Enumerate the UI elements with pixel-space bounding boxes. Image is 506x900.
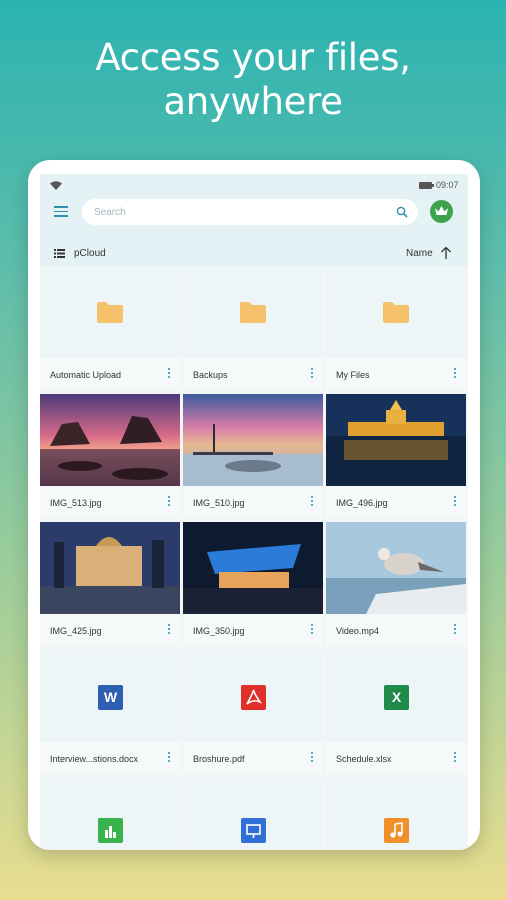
crown-icon: [435, 206, 448, 215]
arrow-up-icon[interactable]: [440, 246, 452, 260]
path-bar: pCloud Name: [40, 246, 468, 262]
file-grid: Automatic Upload Backups My Files IMG_51…: [40, 266, 468, 850]
tablet-device: 09:07 pClo: [28, 160, 480, 850]
folder-icon: [383, 302, 409, 323]
excel-icon: X: [384, 685, 409, 710]
file-name: Video.mp4: [336, 626, 379, 636]
more-options-icon[interactable]: [452, 496, 458, 510]
word-doc-icon: W: [98, 685, 123, 710]
more-options-icon[interactable]: [166, 624, 172, 638]
file-card[interactable]: Automatic Upload: [40, 266, 180, 390]
audio-file-icon: [384, 818, 409, 843]
battery-icon: [419, 182, 434, 189]
photo-thumbnail: [326, 394, 466, 486]
photo-thumbnail: [40, 394, 180, 486]
file-name: Backups: [193, 370, 228, 380]
search-input[interactable]: [94, 203, 384, 221]
file-name: Broshure.pdf: [193, 754, 245, 764]
file-thumbnail: X: [326, 650, 466, 742]
file-name: IMG_513.jpg: [50, 498, 102, 508]
file-name: Interview...stions.docx: [50, 754, 139, 764]
file-thumbnail: [326, 778, 466, 850]
file-card[interactable]: IMG_510.jpg: [183, 394, 323, 518]
file-card[interactable]: My Files: [326, 266, 466, 390]
excel-badge: X: [391, 689, 402, 705]
folder-icon: [240, 302, 266, 323]
more-options-icon[interactable]: [309, 752, 315, 766]
file-thumbnail: [183, 778, 323, 850]
word-badge: W: [103, 689, 118, 705]
photo-thumbnail: [40, 522, 180, 614]
file-thumbnail: [40, 394, 180, 486]
file-card[interactable]: [40, 778, 180, 850]
file-name: IMG_510.jpg: [193, 498, 245, 508]
headline-line-2: anywhere: [163, 80, 343, 123]
file-name: My Files: [336, 370, 370, 380]
video-thumbnail: [326, 522, 466, 614]
file-name: Schedule.xlsx: [336, 754, 392, 764]
file-card[interactable]: X Schedule.xlsx: [326, 650, 466, 774]
file-name: IMG_425.jpg: [50, 626, 102, 636]
more-options-icon[interactable]: [166, 752, 172, 766]
file-name: Automatic Upload: [50, 370, 122, 380]
file-card[interactable]: IMG_496.jpg: [326, 394, 466, 518]
search-icon[interactable]: [396, 206, 408, 218]
status-bar: 09:07: [40, 179, 468, 193]
folder-icon: [97, 302, 123, 323]
file-thumbnail: [183, 266, 323, 358]
photo-thumbnail: [183, 394, 323, 486]
app-screen: 09:07 pClo: [40, 174, 468, 850]
more-options-icon[interactable]: [309, 496, 315, 510]
sort-label[interactable]: Name: [406, 248, 433, 259]
file-card[interactable]: IMG_513.jpg: [40, 394, 180, 518]
file-thumbnail: W: [40, 650, 180, 742]
headline-line-1: Access your files,: [95, 36, 411, 79]
file-thumbnail: [326, 266, 466, 358]
file-card[interactable]: Video.mp4: [326, 522, 466, 646]
file-thumbnail: [183, 522, 323, 614]
headline: Access your files, anywhere: [0, 36, 506, 124]
file-name: IMG_350.jpg: [193, 626, 245, 636]
file-thumbnail: [326, 394, 466, 486]
photo-thumbnail: [183, 522, 323, 614]
file-card[interactable]: [183, 778, 323, 850]
more-options-icon[interactable]: [309, 368, 315, 382]
premium-avatar[interactable]: [430, 200, 453, 223]
file-card[interactable]: [326, 778, 466, 850]
file-thumbnail: [183, 394, 323, 486]
more-options-icon[interactable]: [166, 368, 172, 382]
breadcrumb[interactable]: pCloud: [74, 248, 106, 259]
list-view-icon[interactable]: [54, 249, 65, 258]
search-bar[interactable]: [82, 199, 418, 225]
more-options-icon[interactable]: [309, 624, 315, 638]
file-thumbnail: [40, 778, 180, 850]
chart-file-icon: [98, 818, 123, 843]
file-thumbnail: [183, 650, 323, 742]
more-options-icon[interactable]: [452, 368, 458, 382]
app-bar: 09:07 pClo: [40, 174, 468, 266]
menu-icon[interactable]: [54, 206, 68, 218]
more-options-icon[interactable]: [166, 496, 172, 510]
presentation-icon: [241, 818, 266, 843]
file-thumbnail: [40, 522, 180, 614]
file-card[interactable]: W Interview...stions.docx: [40, 650, 180, 774]
pdf-icon: [241, 685, 266, 710]
file-thumbnail: [40, 266, 180, 358]
more-options-icon[interactable]: [452, 624, 458, 638]
wifi-icon: [50, 181, 62, 190]
status-time: 09:07: [436, 180, 459, 190]
file-card[interactable]: IMG_425.jpg: [40, 522, 180, 646]
file-thumbnail: [326, 522, 466, 614]
file-card[interactable]: Broshure.pdf: [183, 650, 323, 774]
file-name: IMG_496.jpg: [336, 498, 388, 508]
more-options-icon[interactable]: [452, 752, 458, 766]
file-card[interactable]: IMG_350.jpg: [183, 522, 323, 646]
file-card[interactable]: Backups: [183, 266, 323, 390]
